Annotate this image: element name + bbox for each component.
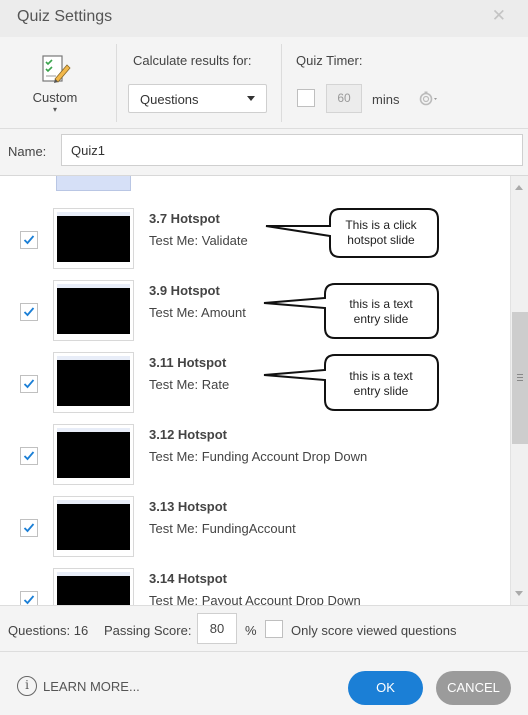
only-viewed-label: Only score viewed questions bbox=[291, 623, 457, 638]
slide-title: 3.9 Hotspot bbox=[149, 283, 220, 298]
callout-label: this is a text entry slide bbox=[349, 369, 413, 398]
callout-label: this is a text entry slide bbox=[349, 297, 413, 326]
calculate-selected: Questions bbox=[140, 92, 199, 107]
slide-thumbnail bbox=[56, 176, 131, 191]
chevron-down-icon: ▾ bbox=[52, 105, 57, 114]
slide-title: 3.14 Hotspot bbox=[149, 571, 228, 586]
checkmark-icon bbox=[23, 379, 35, 389]
scroll-down-icon[interactable] bbox=[515, 591, 523, 596]
scrollbar-thumb[interactable] bbox=[512, 312, 528, 444]
vertical-scrollbar[interactable] bbox=[510, 176, 528, 605]
slide-subtitle: Test Me: Amount bbox=[149, 305, 246, 320]
passing-score-input[interactable]: 80 bbox=[197, 613, 237, 644]
slide-subtitle: Test Me: Rate bbox=[149, 377, 230, 392]
dialog-footer: i LEARN MORE... OK CANCEL bbox=[0, 651, 528, 715]
slide-checkbox[interactable] bbox=[20, 447, 38, 465]
slide-subtitle: Test Me: Payout Account Drop Down bbox=[149, 593, 361, 605]
scroll-up-icon[interactable] bbox=[515, 185, 523, 190]
toolbar-divider bbox=[281, 44, 282, 122]
checkmark-icon bbox=[23, 523, 35, 533]
only-viewed-checkbox[interactable] bbox=[265, 620, 283, 638]
slide-checkbox[interactable] bbox=[20, 231, 38, 249]
name-row: Name: Quiz1 bbox=[0, 129, 528, 176]
timer-unit-label: mins bbox=[372, 92, 400, 107]
checkmark-icon bbox=[23, 451, 35, 461]
quiz-timer-label: Quiz Timer: bbox=[296, 53, 363, 68]
slide-subtitle: Test Me: Validate bbox=[149, 233, 248, 248]
title-bar: Quiz Settings ✕ bbox=[0, 0, 528, 37]
slide-subtitle: Test Me: FundingAccount bbox=[149, 521, 296, 536]
caret-down-icon bbox=[247, 96, 255, 101]
slide-checkbox[interactable] bbox=[20, 303, 38, 321]
name-label: Name: bbox=[8, 144, 47, 159]
slide-thumbnail bbox=[53, 568, 134, 605]
info-icon: i bbox=[17, 676, 37, 696]
calculate-label: Calculate results for: bbox=[133, 53, 252, 68]
cancel-button[interactable]: CANCEL bbox=[436, 671, 511, 705]
learn-more-label: LEARN MORE... bbox=[43, 679, 140, 694]
slide-thumbnail bbox=[53, 280, 134, 341]
slide-checkbox[interactable] bbox=[20, 375, 38, 393]
slide-title: 3.7 Hotspot bbox=[149, 211, 220, 226]
stopwatch-icon[interactable] bbox=[418, 90, 440, 106]
passing-score-label: Passing Score: bbox=[104, 623, 192, 638]
checkmark-icon bbox=[23, 307, 35, 317]
list-item: 3.12 Hotspot Test Me: Funding Account Dr… bbox=[0, 424, 510, 496]
pencil-document-icon bbox=[42, 55, 71, 83]
checkmark-icon bbox=[23, 595, 35, 605]
custom-label: Custom bbox=[32, 90, 78, 105]
slide-title: 3.12 Hotspot bbox=[149, 427, 228, 442]
callout-label: This is a click hotspot slide bbox=[345, 218, 417, 247]
ok-button[interactable]: OK bbox=[348, 671, 423, 705]
custom-button[interactable]: Custom ▾ bbox=[26, 52, 84, 114]
list-item: 3.14 Hotspot Test Me: Payout Account Dro… bbox=[0, 568, 510, 605]
scoring-row: Questions: 16 Passing Score: 80 % Only s… bbox=[0, 605, 528, 651]
quiz-name-input[interactable]: Quiz1 bbox=[61, 134, 523, 166]
questions-count: Questions: 16 bbox=[8, 623, 89, 638]
toolbar-divider bbox=[116, 44, 117, 122]
percent-label: % bbox=[245, 623, 257, 638]
slide-checkbox[interactable] bbox=[20, 519, 38, 537]
calculate-dropdown[interactable]: Questions bbox=[128, 84, 267, 113]
timer-minutes-input[interactable]: 60 bbox=[326, 84, 362, 113]
checkmark-icon bbox=[23, 235, 35, 245]
dialog-title: Quiz Settings bbox=[17, 8, 113, 25]
toolbar: Custom ▾ Calculate results for: Question… bbox=[0, 37, 528, 129]
slide-thumbnail bbox=[53, 208, 134, 269]
quiz-timer-checkbox[interactable] bbox=[297, 89, 315, 107]
slide-subtitle: Test Me: Funding Account Drop Down bbox=[149, 449, 368, 464]
slide-thumbnail bbox=[53, 496, 134, 557]
slide-thumbnail bbox=[53, 424, 134, 485]
slide-checkbox[interactable] bbox=[20, 591, 38, 605]
slide-title: 3.11 Hotspot bbox=[149, 355, 227, 370]
list-item: 3.13 Hotspot Test Me: FundingAccount bbox=[0, 496, 510, 568]
close-icon[interactable]: ✕ bbox=[492, 6, 506, 26]
slide-thumbnail bbox=[53, 352, 134, 413]
slide-title: 3.13 Hotspot bbox=[149, 499, 228, 514]
